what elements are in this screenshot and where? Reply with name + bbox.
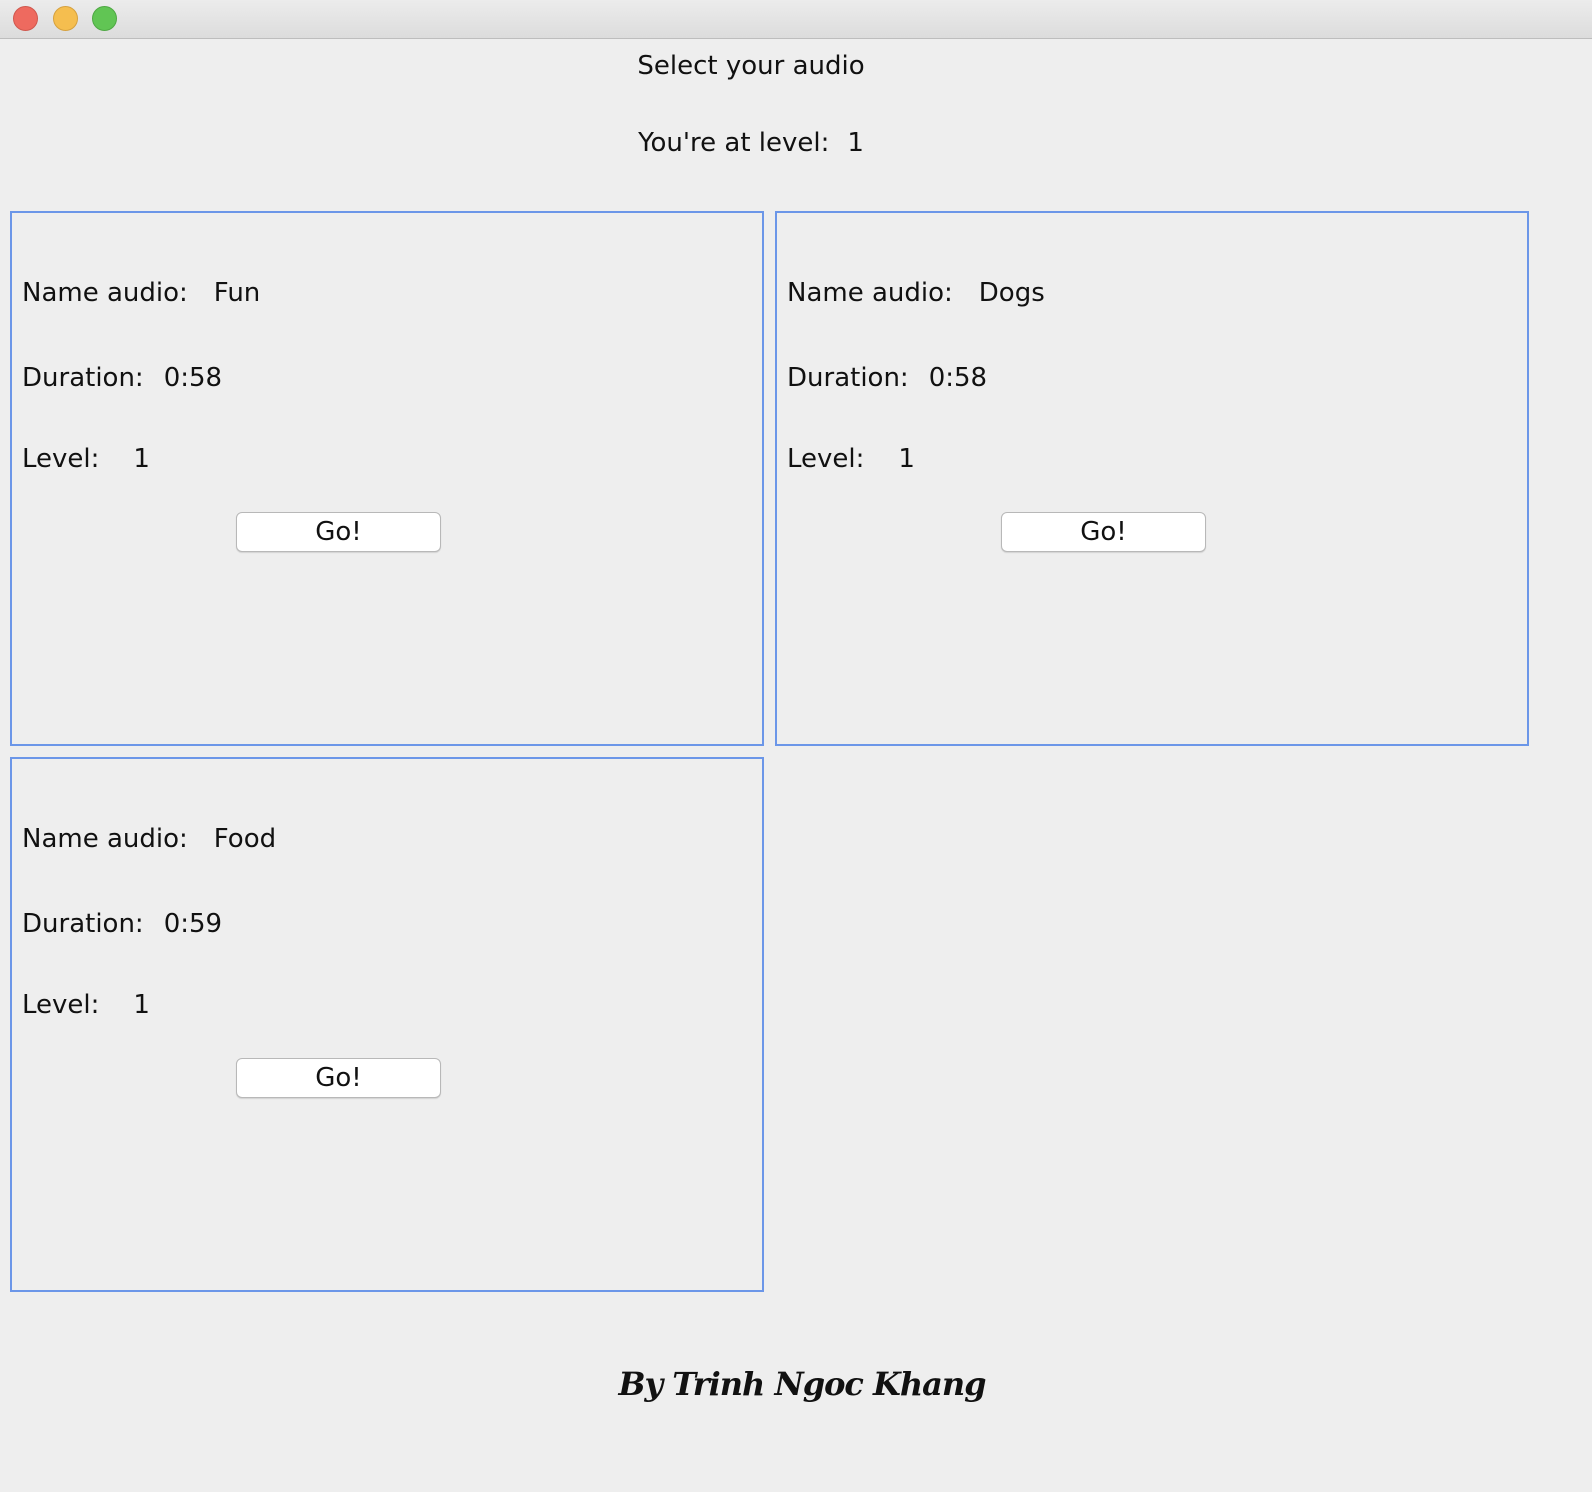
audio-name-label: Name audio: (22, 278, 188, 308)
maximize-window-icon[interactable] (92, 6, 117, 31)
audio-level-label: Level: (787, 444, 865, 474)
audio-level-label: Level: (22, 990, 100, 1020)
audio-name-row: Name audio: Fun (22, 277, 260, 309)
audio-name-value: Dogs (978, 278, 1045, 308)
audio-duration-label: Duration: (22, 363, 144, 393)
audio-duration-value: 0:58 (163, 363, 223, 393)
audio-duration-value: 0:59 (163, 909, 223, 939)
close-window-icon[interactable] (13, 6, 38, 31)
page-title: Select your audio (637, 51, 865, 81)
author-credit: By Trinh Ngoc Khang (618, 1365, 987, 1403)
audio-duration-row: Duration: 0:58 (787, 362, 987, 394)
audio-duration-row: Duration: 0:58 (22, 362, 222, 394)
audio-level-row: Level: 1 (22, 443, 150, 475)
audio-duration-label: Duration: (22, 909, 144, 939)
audio-level-row: Level: 1 (22, 989, 150, 1021)
title-bar (0, 0, 1592, 39)
audio-level-value: 1 (898, 444, 915, 474)
audio-duration-row: Duration: 0:59 (22, 908, 222, 940)
audio-name-row: Name audio: Food (22, 823, 276, 855)
current-level-label: You're at level: (638, 128, 830, 158)
audio-name-value: Fun (213, 278, 261, 308)
app-window: Select your audio You're at level: 1 Name… (0, 0, 1592, 1492)
go-button[interactable]: Go! (1001, 512, 1206, 552)
audio-name-row: Name audio: Dogs (787, 277, 1045, 309)
current-level-value: 1 (847, 128, 864, 158)
audio-duration-value: 0:58 (928, 363, 988, 393)
audio-name-value: Food (213, 824, 277, 854)
audio-name-label: Name audio: (22, 824, 188, 854)
go-button[interactable]: Go! (236, 512, 441, 552)
audio-level-row: Level: 1 (787, 443, 915, 475)
go-button[interactable]: Go! (236, 1058, 441, 1098)
audio-level-value: 1 (133, 990, 150, 1020)
audio-duration-label: Duration: (787, 363, 909, 393)
minimize-window-icon[interactable] (53, 6, 78, 31)
audio-card: Name audio: Food Duration: 0:59 Level: 1 Go… (10, 757, 764, 1292)
audio-name-label: Name audio: (787, 278, 953, 308)
audio-card: Name audio: Fun Duration: 0:58 Level: 1 Go! (10, 211, 764, 746)
audio-level-label: Level: (22, 444, 100, 474)
audio-level-value: 1 (133, 444, 150, 474)
current-level: You're at level: 1 (0, 127, 1502, 159)
audio-card: Name audio: Dogs Duration: 0:58 Level: 1 Go… (775, 211, 1529, 746)
